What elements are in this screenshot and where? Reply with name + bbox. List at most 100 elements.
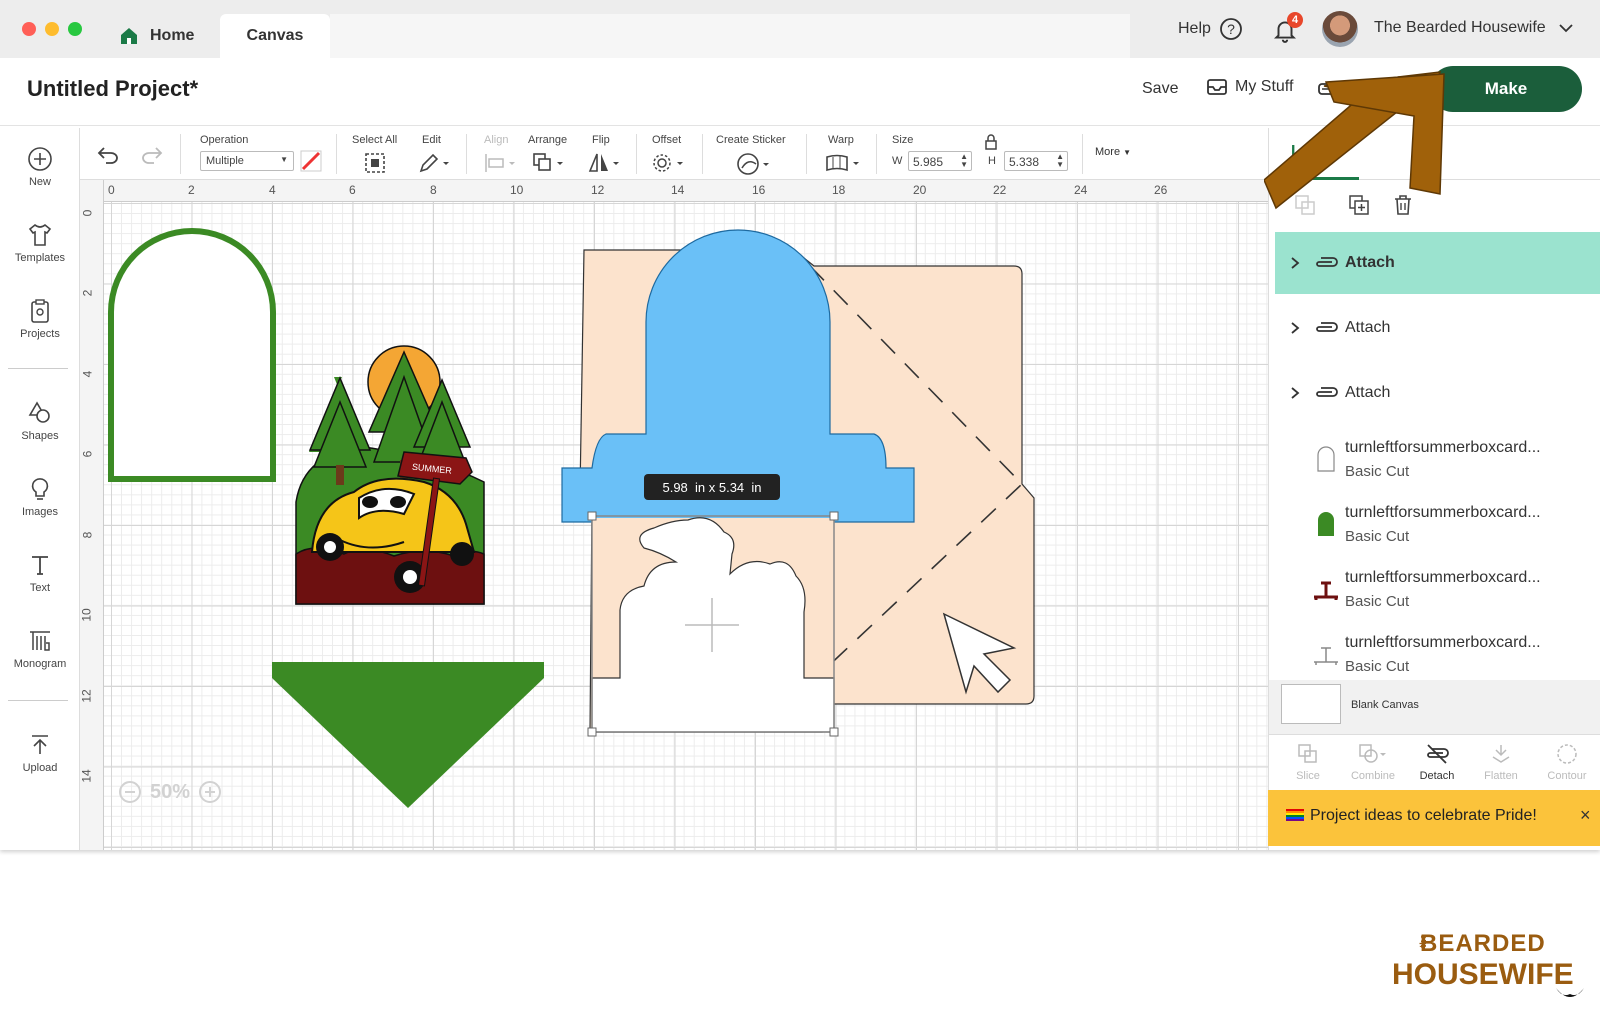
design-canvas[interactable]: 0 2 4 6 8 10 12 14 16 18 20 22 24 26 0 2…	[80, 180, 1268, 850]
flatten-icon	[1492, 745, 1510, 763]
beard-icon	[1556, 988, 1584, 997]
size-label: Size	[892, 134, 914, 146]
combine-label: Combine	[1350, 770, 1396, 782]
divider	[8, 368, 68, 369]
svg-text:?: ?	[1227, 21, 1235, 37]
width-field[interactable]: 5.985 ▲ ▼	[908, 151, 972, 171]
zoom-in-icon[interactable]	[198, 780, 222, 804]
ruler-tick-label: 14	[671, 183, 685, 197]
contour-icon	[1557, 744, 1577, 764]
color-swatch-icon[interactable]	[300, 150, 322, 172]
combine-button[interactable]: Combine	[1345, 743, 1401, 782]
chevron-right-icon[interactable]	[1289, 321, 1301, 335]
more-button[interactable]: More ▼	[1095, 146, 1131, 158]
cloud-shape[interactable]	[591, 517, 835, 733]
caret-down-icon: ▼	[1123, 148, 1132, 157]
promo-banner[interactable]: Project ideas to celebrate Pride! ×	[1268, 790, 1600, 846]
sidebar-item-monogram[interactable]: Monogram	[0, 628, 80, 670]
layer-row-attach[interactable]: Attach	[1275, 297, 1600, 359]
blank-canvas-row[interactable]: Blank Canvas	[1269, 680, 1600, 734]
contour-button[interactable]: Contour	[1539, 743, 1595, 782]
flip-icon	[588, 153, 619, 172]
layer-row-attach[interactable]: Attach	[1275, 232, 1600, 294]
question-icon: ?	[1220, 18, 1242, 40]
logo-line2: HOUSEWIFE	[1392, 958, 1574, 991]
chevron-right-icon[interactable]	[1289, 256, 1301, 270]
sidebar-item-images[interactable]: Images	[0, 476, 80, 518]
layer-row-cut[interactable]: turnleftforsummerboxcard... Basic Cut	[1275, 622, 1600, 684]
zoom-out-icon[interactable]	[118, 780, 142, 804]
sidebar-item-upload[interactable]: Upload	[0, 732, 80, 774]
layer-row-cut[interactable]: turnleftforsummerboxcard... Basic Cut	[1275, 492, 1600, 554]
sidebar-item-templates[interactable]: Templates	[0, 222, 80, 264]
save-button[interactable]: Save	[1142, 80, 1178, 98]
width-value: 5.985	[913, 155, 944, 169]
tab-canvas[interactable]: Canvas	[220, 14, 330, 58]
zoom-level: 50%	[150, 780, 191, 803]
stepper-icon[interactable]: ▲ ▼	[1056, 153, 1064, 169]
layer-thumbnail-icon	[1314, 647, 1338, 665]
tab-home[interactable]: Home	[118, 14, 194, 58]
select-all-label: Select All	[352, 134, 398, 146]
blank-canvas-swatch	[1281, 684, 1341, 724]
redo-icon[interactable]	[138, 144, 164, 166]
shirt-icon	[28, 223, 52, 246]
layer-title: Attach	[1345, 384, 1391, 401]
close-window-button[interactable]	[22, 22, 36, 36]
shapes-icon	[28, 401, 50, 423]
zoom-control: 50%	[118, 780, 222, 804]
close-icon[interactable]: ×	[1580, 805, 1591, 826]
sidebar-item-label: Shapes	[21, 430, 59, 442]
height-value: 5.338	[1009, 155, 1040, 169]
contour-label: Contour	[1547, 770, 1587, 782]
divider	[1082, 134, 1083, 174]
user-menu[interactable]: The Bearded Housewife	[1374, 19, 1574, 37]
ruler-tick-label: 2	[80, 289, 95, 297]
sidebar-item-projects[interactable]: Projects	[0, 298, 80, 340]
layer-row-attach[interactable]: Attach	[1275, 362, 1600, 424]
plus-circle-icon	[28, 147, 52, 171]
operation-select[interactable]: Multiple ▼	[200, 151, 294, 171]
stepper-icon[interactable]: ▲ ▼	[960, 153, 968, 169]
help-label: Help	[1178, 20, 1211, 37]
notifications-button[interactable]: 4	[1270, 12, 1303, 46]
create-sticker-label: Create Sticker	[716, 134, 786, 146]
divider	[636, 134, 637, 174]
divider	[702, 134, 703, 174]
divider	[336, 134, 337, 174]
brand-logo: the BEARDED HOUSEWIFE	[1392, 930, 1600, 1010]
inbox-icon	[1207, 79, 1227, 95]
flatten-button[interactable]: Flatten	[1475, 743, 1527, 782]
sidebar-item-text[interactable]: Text	[0, 552, 80, 594]
ruler-tick-label: 0	[108, 183, 115, 197]
ruler-tick-label: 12	[80, 689, 94, 703]
undo-icon[interactable]	[96, 144, 122, 166]
layer-thumbnail-icon	[1314, 581, 1338, 600]
sidebar-item-new[interactable]: New	[0, 146, 80, 188]
layer-row-cut[interactable]: turnleftforsummerboxcard... Basic Cut	[1275, 557, 1600, 619]
help-button[interactable]: Help ?	[1178, 17, 1243, 41]
divider	[8, 700, 68, 701]
lock-icon[interactable]	[984, 134, 998, 150]
triangle-shape[interactable]	[272, 662, 544, 808]
ruler-tick-label: 10	[510, 183, 524, 197]
minimize-window-button[interactable]	[45, 22, 59, 36]
chevron-right-icon[interactable]	[1289, 386, 1301, 400]
avatar[interactable]	[1322, 11, 1358, 47]
layer-thumbnail-icon	[1318, 512, 1334, 536]
detach-button[interactable]: Detach	[1411, 743, 1463, 782]
layer-row-cut[interactable]: turnleftforsummerboxcard... Basic Cut	[1275, 427, 1600, 489]
ruler-tick-label: 26	[1154, 183, 1168, 197]
divider	[806, 134, 807, 174]
height-field[interactable]: 5.338 ▲ ▼	[1004, 151, 1068, 171]
slice-icon	[1298, 744, 1317, 763]
summer-scene-shape[interactable]: SUMMER	[295, 345, 485, 605]
divider	[180, 134, 181, 174]
user-name: The Bearded Housewife	[1374, 19, 1546, 36]
sidebar-item-label: New	[28, 176, 51, 188]
tab-bar: Home Canvas Help ? 4 The Bearded Housewi…	[0, 0, 1600, 58]
arrange-icon	[533, 153, 563, 171]
slice-button[interactable]: Slice	[1283, 743, 1333, 782]
sidebar-item-shapes[interactable]: Shapes	[0, 400, 80, 442]
zoom-window-button[interactable]	[68, 22, 82, 36]
